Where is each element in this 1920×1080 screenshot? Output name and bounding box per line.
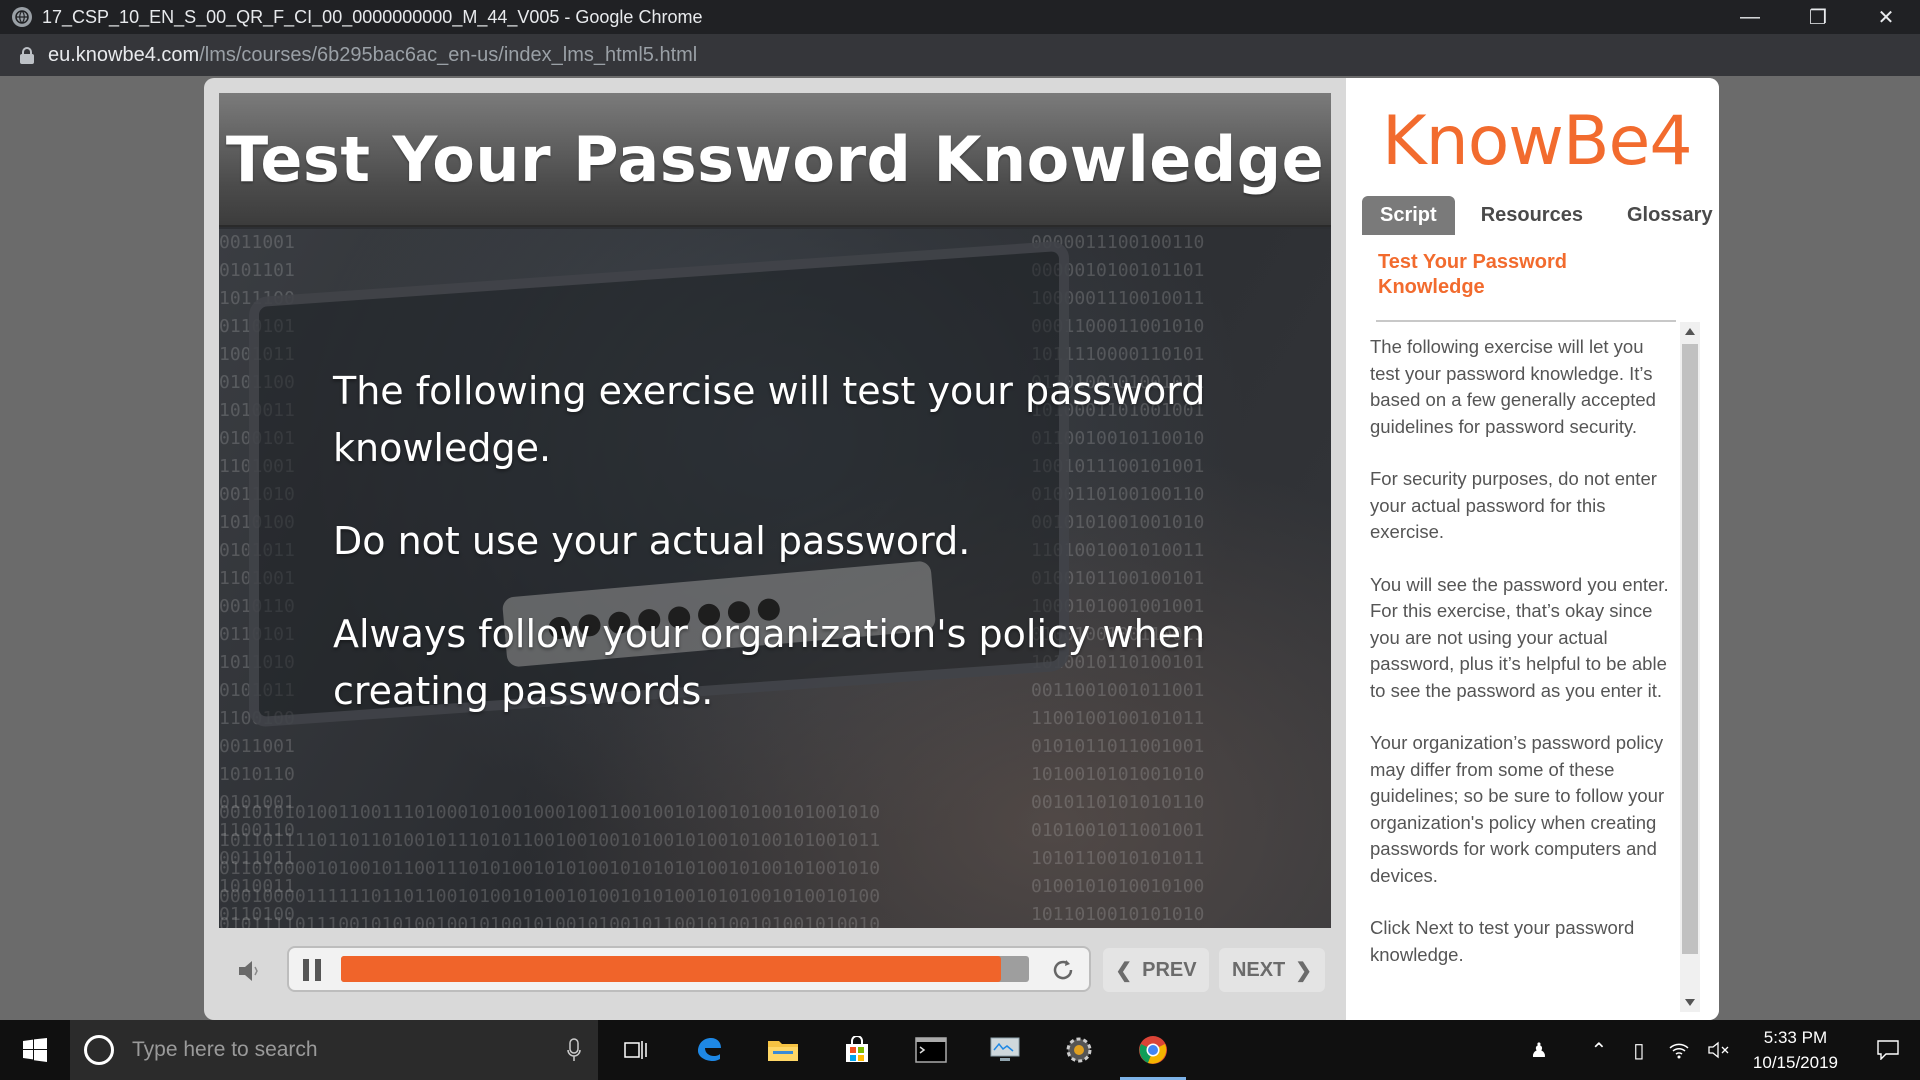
progress-fill <box>341 956 1002 982</box>
script-paragraph: You will see the password you enter. For… <box>1370 573 1669 701</box>
speaker-icon <box>239 961 258 981</box>
url-text[interactable]: eu.knowbe4.com/lms/courses/6b295bac6ac_e… <box>48 44 697 67</box>
task-view-icon <box>624 1041 647 1059</box>
tab-script[interactable]: Script <box>1362 196 1455 235</box>
slide-title: Test Your Password Knowledge <box>225 122 1325 196</box>
file-explorer-button[interactable] <box>746 1020 820 1080</box>
settings-app-button[interactable] <box>1042 1020 1116 1080</box>
microphone-icon[interactable] <box>566 1038 582 1062</box>
script-text: The following exercise will let you test… <box>1370 334 1674 1014</box>
taskbar-search[interactable]: Type here to search <box>70 1020 598 1080</box>
sidebar-panel: KnowBe4 Script Resources Glossary Test Y… <box>1346 78 1719 1020</box>
folder-icon <box>768 1041 798 1061</box>
script-heading: Test Your Password Knowledge <box>1378 251 1567 298</box>
script-paragraph: For security purposes, do not enter your… <box>1370 468 1657 542</box>
start-button[interactable] <box>0 1020 70 1080</box>
minimize-button[interactable]: — <box>1716 0 1784 34</box>
window-title: 17_CSP_10_EN_S_00_QR_F_CI_00_0000000000_… <box>42 6 703 27</box>
next-label: NEXT <box>1231 958 1286 981</box>
progress-track[interactable] <box>341 956 1029 982</box>
app-button[interactable] <box>968 1020 1042 1080</box>
address-bar[interactable]: eu.knowbe4.com/lms/courses/6b295bac6ac_e… <box>0 34 1920 76</box>
edge-icon <box>698 1038 721 1061</box>
browser-titlebar: 17_CSP_10_EN_S_00_QR_F_CI_00_0000000000_… <box>0 0 1920 34</box>
globe-icon <box>12 7 32 27</box>
scroll-down-icon[interactable] <box>1685 999 1695 1006</box>
chevron-up-icon[interactable]: ⌃ <box>1579 1020 1619 1080</box>
script-paragraph: Your organization’s password policy may … <box>1370 732 1665 886</box>
slide-stage: Test Your Password Knowledge 00000111001… <box>219 93 1331 928</box>
slide-paragraph: Always follow your organization's policy… <box>333 612 1206 713</box>
task-view-button[interactable] <box>598 1020 672 1080</box>
prev-button[interactable]: ❮ PREV <box>1103 948 1209 992</box>
chrome-icon <box>1139 1036 1167 1064</box>
script-paragraph: The following exercise will let you test… <box>1370 336 1656 437</box>
notification-icon[interactable] <box>1868 1020 1908 1080</box>
knowbe4-logo: KnowBe4 <box>1382 102 1693 181</box>
pause-icon[interactable] <box>303 959 323 981</box>
taskbar-clock[interactable]: 5:33 PM 10/15/2019 <box>1753 1025 1838 1075</box>
system-tray: ♟ ⌃ ▯ 5:33 PM 10/15/2019 <box>1519 1020 1920 1080</box>
volume-button[interactable] <box>229 950 271 992</box>
binary-pattern-bottom: 0010101010011001110100010100100010011001… <box>219 802 881 928</box>
store-button[interactable] <box>820 1020 894 1080</box>
restore-icon: ❐ <box>1809 6 1827 29</box>
clock-date: 10/15/2019 <box>1752 1053 1838 1072</box>
edge-button[interactable] <box>672 1020 746 1080</box>
url-host: eu.knowbe4.com <box>48 43 200 66</box>
terminal-icon <box>915 1037 947 1063</box>
sidebar-tabs: Script Resources Glossary <box>1362 196 1719 235</box>
gear-icon <box>1066 1037 1092 1063</box>
tab-resources[interactable]: Resources <box>1463 196 1601 235</box>
chevron-right-icon: ❯ <box>1295 959 1313 982</box>
replay-icon[interactable] <box>1049 956 1077 984</box>
course-player: Test Your Password Knowledge 00000111001… <box>204 78 1719 1020</box>
volume-muted-icon[interactable] <box>1699 1020 1739 1080</box>
wifi-icon[interactable] <box>1659 1020 1699 1080</box>
chrome-button[interactable] <box>1116 1020 1190 1080</box>
close-window-button[interactable]: ✕ <box>1852 0 1920 34</box>
terminal-button[interactable] <box>894 1020 968 1080</box>
seek-bar[interactable] <box>287 946 1091 992</box>
slide-header: Test Your Password Knowledge <box>219 93 1331 227</box>
taskbar: Type here to search ♟ ⌃ ▯ 5:33 PM 10/15/… <box>0 1020 1920 1080</box>
tab-glossary[interactable]: Glossary <box>1609 196 1719 235</box>
restore-button[interactable]: ❐ <box>1784 0 1852 34</box>
url-path: /lms/courses/6b295bac6ac_en-us/index_lms… <box>199 43 698 66</box>
monitor-icon <box>990 1037 1020 1061</box>
scrollbar-thumb[interactable] <box>1682 344 1698 954</box>
minimize-icon: — <box>1740 5 1760 28</box>
windows-icon <box>23 1038 47 1062</box>
next-button[interactable]: NEXT ❯ <box>1219 948 1325 992</box>
slide-paragraph: The following exercise will test your pa… <box>333 369 1206 470</box>
script-paragraph: Click Next to test your password knowled… <box>1370 917 1635 965</box>
lock-icon <box>20 47 34 64</box>
search-placeholder: Type here to search <box>132 1038 318 1061</box>
close-icon: ✕ <box>1877 6 1895 29</box>
slide-body-text: The following exercise will test your pa… <box>333 363 1233 756</box>
scroll-up-icon[interactable] <box>1685 328 1695 335</box>
player-controls: ❮ PREV NEXT ❯ <box>219 938 1331 1006</box>
script-scrollbar[interactable] <box>1680 322 1700 1012</box>
people-icon[interactable]: ♟ <box>1519 1020 1559 1080</box>
battery-icon[interactable]: ▯ <box>1619 1020 1659 1080</box>
clock-time: 5:33 PM <box>1763 1028 1828 1047</box>
store-icon <box>846 1036 868 1062</box>
cortana-icon <box>84 1035 114 1065</box>
divider <box>1376 320 1676 322</box>
prev-label: PREV <box>1142 958 1197 981</box>
chevron-left-icon: ❮ <box>1115 959 1133 982</box>
slide-paragraph: Do not use your actual password. <box>333 519 971 563</box>
